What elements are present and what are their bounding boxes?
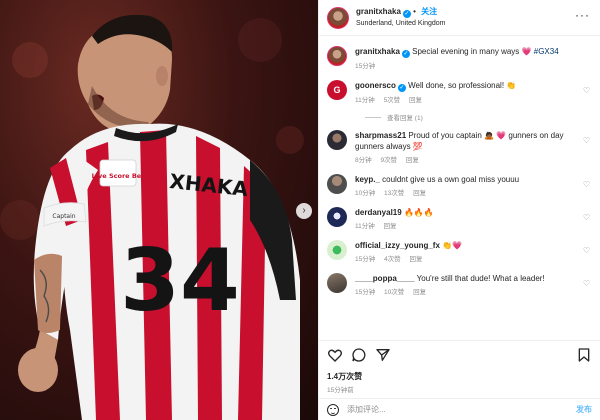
comment-like-heart-icon[interactable]: ♡ bbox=[583, 86, 590, 95]
commenter-avatar[interactable] bbox=[327, 174, 347, 194]
caption-avatar[interactable] bbox=[327, 46, 347, 66]
caption-hashtag[interactable]: #GX34 bbox=[534, 47, 559, 56]
more-options-icon[interactable]: ··· bbox=[575, 8, 590, 22]
comment-input[interactable] bbox=[347, 405, 576, 414]
comment-username[interactable]: goonersco bbox=[355, 81, 396, 90]
reply-button[interactable]: 回复 bbox=[409, 97, 422, 104]
send-icon[interactable] bbox=[375, 347, 391, 363]
comment-username[interactable]: keyp._ bbox=[355, 175, 380, 184]
bookmark-icon[interactable] bbox=[576, 347, 592, 363]
comment-like-heart-icon[interactable]: ♡ bbox=[583, 246, 590, 255]
reply-button[interactable]: 回复 bbox=[409, 256, 422, 263]
verified-badge-icon: ✓ bbox=[397, 84, 406, 92]
reply-button[interactable]: 回复 bbox=[413, 289, 426, 296]
comment-text: couldnt give us a own goal miss youuu bbox=[382, 175, 520, 184]
next-photo-arrow-icon[interactable]: › bbox=[296, 203, 312, 219]
commenter-avatar[interactable] bbox=[327, 240, 347, 260]
author-username[interactable]: granitxhaka bbox=[356, 7, 401, 16]
commenter-avatar[interactable] bbox=[327, 130, 347, 150]
comment-username[interactable]: derdanyal19 bbox=[355, 208, 402, 217]
comment-text: 👏💗 bbox=[442, 241, 463, 250]
post-header: granitxhaka ✓ • 关注 Sunderland, United Kin… bbox=[319, 0, 600, 36]
sleeve-sponsor-text: Live Score Bet bbox=[92, 172, 145, 180]
comment-item: G goonersco ✓ Well done, so professional!… bbox=[327, 80, 592, 106]
heart-icon[interactable] bbox=[327, 347, 343, 363]
comment-username[interactable]: official_izzy_young_fx bbox=[355, 241, 440, 250]
avatar-letter: G bbox=[333, 85, 341, 95]
comment-text: 🔥🔥🔥 bbox=[403, 208, 434, 217]
comment-item: sharpmass21 Proud of you captain 🙇🏾 💗 gu… bbox=[327, 130, 592, 166]
comment-text: You're still that dude! What a leader! bbox=[416, 274, 545, 283]
commenter-avatar[interactable] bbox=[327, 273, 347, 293]
comment-text: Well done, so professional! bbox=[408, 81, 505, 90]
emoji-picker-icon[interactable] bbox=[327, 403, 339, 416]
comment-time: 11分钟 bbox=[355, 223, 375, 230]
post-actions: 1.4万次赞 15分钟前 bbox=[319, 340, 600, 400]
armband-text: Captain bbox=[52, 213, 75, 220]
comment-like-heart-icon[interactable]: ♡ bbox=[583, 213, 590, 222]
comment-like-heart-icon[interactable]: ♡ bbox=[583, 136, 590, 145]
caption: granitxhaka ✓ Special evening in many way… bbox=[327, 46, 592, 72]
comment-emoji: 👏 bbox=[506, 81, 517, 90]
comment-likes[interactable]: 5次赞 bbox=[384, 97, 401, 104]
post-photo[interactable]: 34 XHAKA Live Score Bet Captain › bbox=[0, 0, 318, 420]
comment-username[interactable]: ____poppa____ bbox=[355, 274, 415, 283]
location-link[interactable]: Sunderland, United Kingdom bbox=[356, 18, 446, 30]
reply-button[interactable]: 回复 bbox=[413, 190, 426, 197]
post-comment-button[interactable]: 发布 bbox=[576, 404, 592, 415]
reply-button[interactable]: 回复 bbox=[406, 157, 419, 164]
comment-time: 8分钟 bbox=[355, 157, 372, 164]
commenter-avatar[interactable]: G bbox=[327, 80, 347, 100]
post-side-panel: granitxhaka ✓ • 关注 Sunderland, United Kin… bbox=[318, 0, 600, 420]
comment-like-heart-icon[interactable]: ♡ bbox=[583, 180, 590, 189]
comment-likes[interactable]: 4次赞 bbox=[384, 256, 401, 263]
comment-icon[interactable] bbox=[351, 347, 367, 363]
caption-text: Special evening in many ways bbox=[412, 47, 520, 56]
instagram-post: 34 XHAKA Live Score Bet Captain › granit… bbox=[0, 0, 600, 420]
comment-username[interactable]: sharpmass21 bbox=[355, 131, 406, 140]
comment-time: 11分钟 bbox=[355, 97, 375, 104]
comment-time: 10分钟 bbox=[355, 190, 376, 197]
likes-count[interactable]: 1.4万次赞 bbox=[327, 371, 592, 382]
verified-badge-icon: ✓ bbox=[401, 50, 410, 58]
jersey-number-text: 34 bbox=[120, 231, 240, 331]
view-replies-button[interactable]: 查看回复 (1) bbox=[365, 112, 592, 122]
comment-time: 15分钟 bbox=[355, 256, 376, 263]
add-comment-bar: 发布 bbox=[319, 398, 600, 420]
comment-item: keyp._ couldnt give us a own goal miss y… bbox=[327, 174, 592, 199]
comments-list: granitxhaka ✓ Special evening in many way… bbox=[319, 36, 600, 332]
player-illustration: 34 XHAKA Live Score Bet Captain bbox=[0, 14, 304, 420]
comment-like-heart-icon[interactable]: ♡ bbox=[583, 279, 590, 288]
verified-badge-icon: ✓ bbox=[402, 10, 411, 18]
caption-time: 15分钟 bbox=[355, 63, 376, 70]
reply-button[interactable]: 回复 bbox=[384, 223, 397, 230]
comment-item: official_izzy_young_fx 👏💗 15分钟 4次赞 回复 ♡ bbox=[327, 240, 592, 265]
comment-likes[interactable]: 13次赞 bbox=[384, 190, 404, 197]
commenter-avatar[interactable] bbox=[327, 207, 347, 227]
comment-item: ____poppa____ You're still that dude! Wh… bbox=[327, 273, 592, 298]
comment-item: derdanyal19 🔥🔥🔥 11分钟 回复 ♡ bbox=[327, 207, 592, 232]
comment-likes[interactable]: 9次赞 bbox=[380, 157, 397, 164]
post-time: 15分钟前 bbox=[327, 387, 354, 394]
caption-emoji: 💗 bbox=[521, 47, 532, 56]
comment-time: 15分钟 bbox=[355, 289, 376, 296]
comment-likes[interactable]: 10次赞 bbox=[384, 289, 404, 296]
author-avatar[interactable] bbox=[327, 6, 349, 29]
caption-username[interactable]: granitxhaka bbox=[355, 47, 400, 56]
follow-button[interactable]: 关注 bbox=[421, 7, 437, 16]
